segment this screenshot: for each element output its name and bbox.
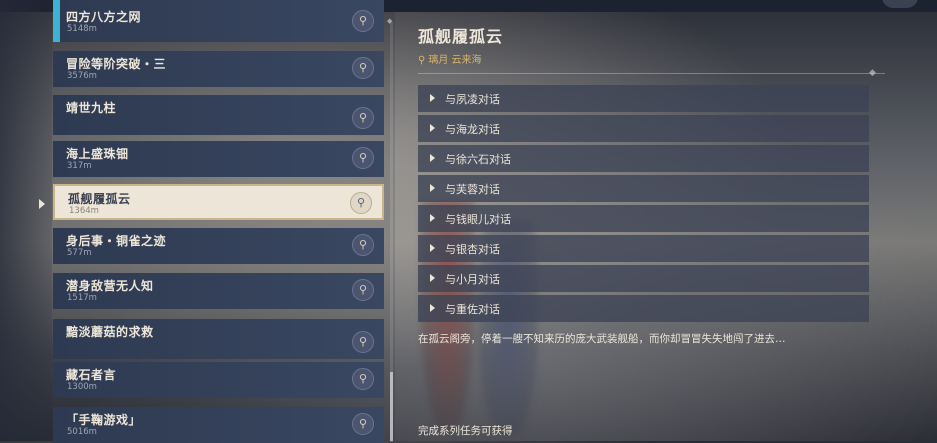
- pin-glyph: ⚲: [359, 14, 368, 27]
- selection-arrow-icon: [39, 199, 45, 209]
- objective-row[interactable]: 与银杏对话: [418, 235, 869, 262]
- objective-text: 与重佐对话: [445, 303, 500, 316]
- objective-row[interactable]: 与徐六石对话: [418, 145, 869, 172]
- reward-note: 完成系列任务可获得: [418, 425, 513, 437]
- quest-distance: 1364m: [69, 206, 99, 216]
- pin-glyph: ⚲: [357, 196, 366, 209]
- map-pin-icon[interactable]: ⚲: [352, 368, 374, 390]
- triangle-right-icon: [430, 124, 435, 132]
- quest-name: 四方八方之网: [66, 10, 142, 24]
- quest-name: 孤舰履孤云: [68, 192, 131, 206]
- quest-distance: 3576m: [67, 71, 97, 81]
- map-pin-icon[interactable]: ⚲: [352, 57, 374, 79]
- pin-glyph: ⚲: [359, 372, 368, 385]
- quest-name: 「手鞠游戏」: [66, 413, 142, 427]
- objective-text: 与小月对话: [445, 273, 500, 286]
- quest-description: 在孤云阁旁，停着一艘不知来历的庞大武装舰船，而你却冒冒失失地闯了进去…: [418, 333, 786, 345]
- objective-text: 与钱眼儿对话: [445, 213, 511, 226]
- location-marker-icon: ⚲: [418, 55, 426, 66]
- objective-row[interactable]: 与重佐对话: [418, 295, 869, 322]
- objective-row[interactable]: 与小月对话: [418, 265, 869, 292]
- map-pin-icon[interactable]: ⚲: [352, 331, 374, 353]
- quest-list-item[interactable]: 海上盛珠钿 317m ⚲: [53, 141, 384, 177]
- objective-text: 与夙凌对话: [445, 93, 500, 106]
- quest-list-item[interactable]: 身后事・铜雀之迹 577m ⚲: [53, 228, 384, 264]
- objective-text: 与徐六石对话: [445, 153, 511, 166]
- quest-list-item[interactable]: 冒险等阶突破・三 3576m ⚲: [53, 51, 384, 87]
- objective-text: 与海龙对话: [445, 123, 500, 136]
- quest-name: 靖世九柱: [66, 101, 117, 115]
- map-pin-icon[interactable]: ⚲: [352, 107, 374, 129]
- objective-row[interactable]: 与芙蓉对话: [418, 175, 869, 202]
- pin-glyph: ⚲: [359, 335, 368, 348]
- quest-distance: 577m: [67, 248, 92, 258]
- quest-list-item[interactable]: 四方八方之网 5148m ⚲: [53, 0, 384, 42]
- map-pin-icon[interactable]: ⚲: [352, 147, 374, 169]
- map-pin-icon[interactable]: ⚲: [352, 413, 374, 435]
- objective-row[interactable]: 与海龙对话: [418, 115, 869, 142]
- divider-ornament-icon: ◆: [869, 68, 876, 78]
- map-pin-icon[interactable]: ⚲: [352, 234, 374, 256]
- quest-distance: 317m: [67, 161, 92, 171]
- objective-text: 与银杏对话: [445, 243, 500, 256]
- map-pin-icon[interactable]: ⚲: [352, 279, 374, 301]
- objective-row[interactable]: 与夙凌对话: [418, 85, 869, 112]
- quest-name: 黯淡蘑菇的求救: [66, 325, 154, 339]
- scrollbar-thumb[interactable]: [390, 372, 393, 441]
- quest-list-item[interactable]: 孤舰履孤云 1364m ⚲: [53, 184, 384, 220]
- triangle-right-icon: [430, 304, 435, 312]
- tracked-quest-indicator: [53, 0, 60, 42]
- pin-glyph: ⚲: [359, 283, 368, 296]
- quest-distance: 5148m: [67, 24, 97, 34]
- triangle-right-icon: [430, 274, 435, 282]
- map-pin-icon[interactable]: ⚲: [352, 10, 374, 32]
- quest-name: 冒险等阶突破・三: [66, 57, 167, 71]
- pin-glyph: ⚲: [359, 111, 368, 124]
- quest-name: 身后事・铜雀之迹: [66, 234, 167, 248]
- pin-glyph: ⚲: [359, 238, 368, 251]
- triangle-right-icon: [430, 154, 435, 162]
- pin-glyph: ⚲: [359, 61, 368, 74]
- triangle-right-icon: [430, 244, 435, 252]
- quest-list-item[interactable]: 藏石者言 1300m ⚲: [53, 362, 384, 398]
- pin-glyph: ⚲: [359, 417, 368, 430]
- quest-name: 藏石者言: [66, 368, 117, 382]
- quest-list-item[interactable]: 「手鞠游戏」 5016m ⚲: [53, 407, 384, 443]
- quest-name: 潜身敌营无人知: [66, 279, 154, 293]
- quest-distance: 5016m: [67, 427, 97, 437]
- quest-distance: 1300m: [67, 382, 97, 392]
- detail-divider: [418, 73, 885, 74]
- quest-distance: 1517m: [67, 293, 97, 303]
- triangle-right-icon: [430, 94, 435, 102]
- quest-list-item[interactable]: 潜身敌营无人知 1517m ⚲: [53, 273, 384, 309]
- quest-name: 海上盛珠钿: [66, 147, 129, 161]
- quest-list-item[interactable]: 靖世九柱 ⚲: [53, 95, 384, 135]
- triangle-right-icon: [430, 184, 435, 192]
- quest-title: 孤舰履孤云: [418, 27, 504, 46]
- quest-location-text: 璃月 云来海: [428, 55, 482, 66]
- triangle-right-icon: [430, 214, 435, 222]
- quest-location: ⚲ 璃月 云来海: [418, 51, 482, 66]
- map-pin-icon[interactable]: ⚲: [350, 192, 372, 214]
- objective-text: 与芙蓉对话: [445, 183, 500, 196]
- pin-glyph: ⚲: [359, 151, 368, 164]
- quest-list-item[interactable]: 黯淡蘑菇的求救 ⚲: [53, 319, 384, 359]
- objective-row[interactable]: 与钱眼儿对话: [418, 205, 869, 232]
